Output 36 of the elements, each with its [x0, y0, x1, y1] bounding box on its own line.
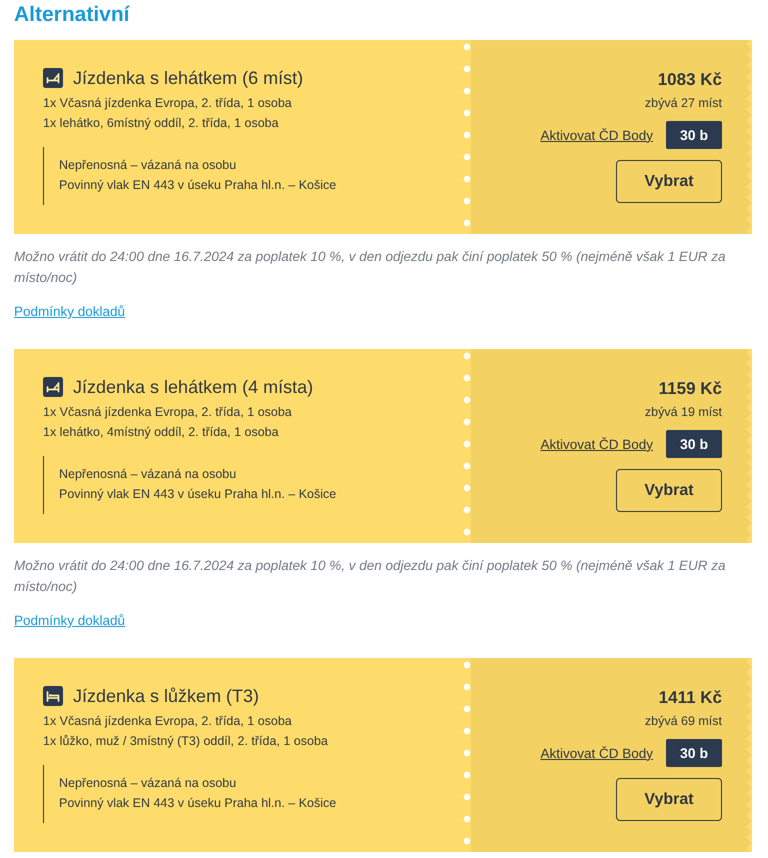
- ticket-item: 1x lůžko, muž / 3místný (T3) oddíl, 2. třída, 1 osoba: [43, 733, 329, 750]
- ticket-item: 1x lehátko, 4místný oddíl, 2. třída, 1 osoba: [43, 424, 280, 441]
- bed-icon: [43, 686, 63, 706]
- points-badge: 30 b: [666, 121, 722, 149]
- ticket-item: 1x Včasná jízdenka Evropa, 2. třída, 1 osoba: [43, 95, 293, 112]
- price-text: 1083 Kč: [658, 69, 722, 91]
- condition-text: Povinný vlak EN 443 v úseku Praha hl.n. – Košice: [59, 177, 336, 194]
- ticket-title: Jízdenka s lůžkem (T3): [73, 685, 260, 708]
- ticket-title: Jízdenka s lehátkem (4 místa): [73, 376, 314, 399]
- select-button[interactable]: Vybrat: [616, 160, 722, 203]
- ticket-item: 1x Včasná jízdenka Evropa, 2. třída, 1 osoba: [43, 713, 293, 730]
- ticket-item: 1x lehátko, 6místný oddíl, 2. třída, 1 osoba: [43, 115, 280, 132]
- couchette-icon: [43, 68, 63, 88]
- activate-points-link[interactable]: Aktivovat ČD Body: [540, 746, 653, 760]
- condition-text: Povinný vlak EN 443 v úseku Praha hl.n. – Košice: [59, 795, 336, 812]
- price-text: 1411 Kč: [658, 687, 722, 709]
- condition-text: Nepřenosná – vázaná na osobu: [59, 157, 238, 174]
- section-heading: Alternativní: [14, 2, 131, 28]
- availability-text: zbývá 19 míst: [644, 404, 722, 421]
- ticket-title: Jízdenka s lehátkem (6 míst): [73, 67, 304, 90]
- select-button[interactable]: Vybrat: [616, 469, 722, 512]
- activate-points-link[interactable]: Aktivovat ČD Body: [540, 128, 653, 142]
- points-badge: 30 b: [666, 430, 722, 458]
- price-text: 1159 Kč: [658, 378, 722, 400]
- activate-points-link[interactable]: Aktivovat ČD Body: [540, 436, 653, 452]
- ticket-item: 1x Včasná jízdenka Evropa, 2. třída, 1 osoba: [43, 404, 293, 421]
- points-badge: 30 b: [666, 739, 722, 767]
- couchette-icon: [43, 377, 63, 397]
- condition-text: Povinný vlak EN 443 v úseku Praha hl.n. – Košice: [59, 486, 336, 503]
- refund-note: Možno vrátit do 24:00 dne 16.7.2024 za poplatek 10 %, v den odjezdu pak činí poplatek 50 % (nejméně však 1 EUR za místo/noc): [14, 557, 726, 596]
- condition-text: Nepřenosná – vázaná na osobu: [59, 466, 238, 483]
- refund-note: Možno vrátit do 24:00 dne 16.7.2024 za poplatek 10 %, v den odjezdu pak činí poplatek 50 % (nejméně však 1 EUR za místo/noc): [14, 248, 726, 287]
- select-button[interactable]: Vybrat: [616, 778, 722, 821]
- availability-text: zbývá 69 míst: [644, 713, 722, 730]
- availability-text: zbývá 27 míst: [644, 95, 722, 112]
- condition-text: Nepřenosná – vázaná na osobu: [59, 775, 238, 792]
